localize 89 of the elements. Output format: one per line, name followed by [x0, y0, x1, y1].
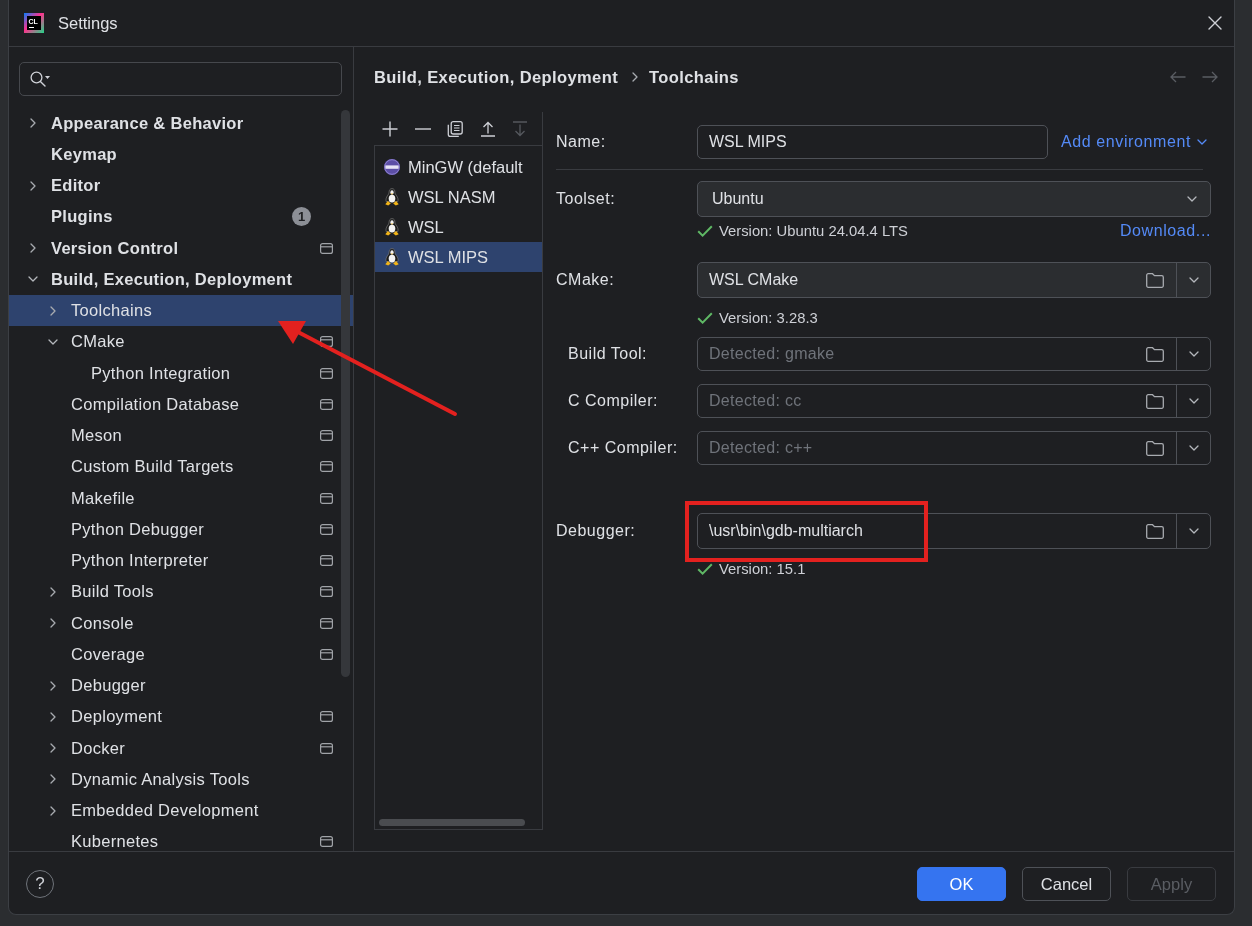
chevron-down-icon — [1196, 139, 1207, 145]
breadcrumb-link[interactable]: Build, Execution, Deployment — [374, 67, 619, 87]
search-field[interactable] — [19, 62, 342, 96]
tree-item[interactable]: Makefile — [9, 482, 353, 514]
scrollbar-thumb[interactable] — [341, 110, 350, 677]
tree-item[interactable]: Dynamic Analysis Tools — [9, 763, 353, 795]
folder-icon[interactable] — [1146, 523, 1164, 539]
status-text: Version: 3.28.3 — [719, 310, 818, 326]
tree-item[interactable]: Deployment — [9, 701, 353, 733]
chevron-down-icon — [1188, 445, 1199, 451]
tree-item[interactable]: Meson — [9, 419, 353, 452]
list-item[interactable]: MinGW (default — [375, 152, 542, 182]
field-label: Name: — [556, 133, 606, 151]
minus-icon[interactable] — [414, 127, 431, 130]
primary-button[interactable]: OK — [917, 867, 1006, 901]
tree-item[interactable]: Python Debugger — [9, 513, 353, 545]
scrollbar-thumb[interactable] — [379, 819, 525, 826]
chevron-down-icon — [1188, 277, 1199, 283]
tree-item[interactable]: Version Control — [9, 232, 353, 264]
status-text: Version: 15.1 — [719, 561, 806, 577]
path-field[interactable]: \usr\bin\gdb-multiarch — [697, 513, 1211, 549]
path-field[interactable]: Detected: gmake — [697, 337, 1211, 371]
plus-icon[interactable] — [382, 120, 399, 137]
tree-item[interactable]: Custom Build Targets — [9, 451, 353, 483]
field-label: Build Tool: — [568, 345, 648, 363]
field-label: Debugger: — [556, 522, 636, 540]
chevron-right-icon — [632, 72, 639, 82]
copy-icon[interactable] — [447, 120, 464, 137]
window-title: Settings — [58, 13, 118, 33]
chevron-right-icon[interactable] — [30, 180, 36, 191]
tree-item[interactable]: Build, Execution, Deployment — [9, 263, 353, 295]
count-badge: 1 — [292, 207, 311, 227]
tree-item[interactable]: Coverage — [9, 638, 353, 670]
logo-disc-icon — [384, 159, 400, 175]
tree-item[interactable]: Python Integration — [9, 357, 353, 389]
field-label: Toolset: — [556, 190, 616, 208]
tree-item[interactable]: Keymap — [9, 138, 353, 170]
folder-icon[interactable] — [1146, 440, 1164, 456]
field-label: C Compiler: — [568, 392, 658, 410]
dropdown[interactable]: Ubuntu — [697, 181, 1211, 217]
tree-item[interactable]: Embedded Development — [9, 794, 353, 827]
chevron-right-icon[interactable] — [50, 743, 56, 753]
tree-item[interactable]: Compilation Database — [9, 388, 353, 420]
text-field[interactable]: WSL MIPS — [697, 125, 1048, 159]
chevron-down-icon — [1188, 528, 1199, 534]
status-text: Version: Ubuntu 24.04.4 LTS — [719, 223, 908, 239]
chevron-down-icon — [1188, 398, 1199, 404]
penguin-icon — [385, 218, 399, 236]
chevron-right-icon[interactable] — [30, 243, 36, 253]
chevron-down-icon — [1188, 351, 1199, 357]
chevron-right-icon[interactable] — [50, 774, 56, 785]
chevron-right-icon[interactable] — [50, 618, 56, 628]
penguin-icon — [385, 248, 399, 266]
path-field[interactable]: WSL CMake — [697, 262, 1211, 298]
dialog-button[interactable]: Cancel — [1022, 867, 1111, 901]
field-label: C++ Compiler: — [568, 439, 678, 457]
chevron-down-icon — [1187, 196, 1197, 202]
breadcrumb-current: Toolchains — [649, 67, 739, 87]
arrow-up-icon[interactable] — [479, 120, 496, 137]
list-item[interactable]: WSL — [375, 212, 542, 242]
list-item[interactable]: WSL NASM — [375, 182, 542, 212]
chevron-right-icon[interactable] — [50, 805, 56, 816]
tree-item[interactable]: Appearance & Behavior — [9, 107, 353, 139]
chevron-right-icon[interactable] — [50, 711, 56, 722]
chevron-right-icon[interactable] — [50, 305, 56, 316]
folder-icon[interactable] — [1146, 272, 1164, 288]
chevron-right-icon[interactable] — [30, 118, 36, 128]
tree-item[interactable]: Plugins 1 — [9, 201, 353, 233]
tree-item[interactable]: Build Tools — [9, 576, 353, 608]
chevron-down-icon[interactable] — [28, 276, 38, 283]
tree-item[interactable]: Kubernetes — [9, 826, 353, 851]
tree-item[interactable]: Toolchains — [9, 294, 353, 327]
folder-icon[interactable] — [1146, 393, 1164, 409]
tree-item[interactable]: Docker — [9, 732, 353, 764]
tree-item[interactable]: Debugger — [9, 669, 353, 702]
text-link[interactable]: Download... — [1119, 222, 1211, 240]
tree-item[interactable]: Editor — [9, 169, 353, 202]
chevron-right-icon[interactable] — [50, 680, 56, 691]
folder-icon[interactable] — [1146, 346, 1164, 362]
chevron-right-icon[interactable] — [50, 586, 56, 597]
dropdown-link[interactable]: Add environment — [1061, 133, 1207, 151]
search-icon — [30, 71, 50, 87]
list-item[interactable]: WSL MIPS — [375, 242, 542, 272]
penguin-icon — [385, 188, 399, 206]
tree-item[interactable]: Console — [9, 607, 353, 639]
field-label: CMake: — [556, 271, 615, 289]
close-icon[interactable] — [1208, 16, 1222, 30]
chevron-down-icon[interactable] — [48, 338, 58, 345]
tree-item[interactable]: Python Interpreter — [9, 544, 353, 577]
